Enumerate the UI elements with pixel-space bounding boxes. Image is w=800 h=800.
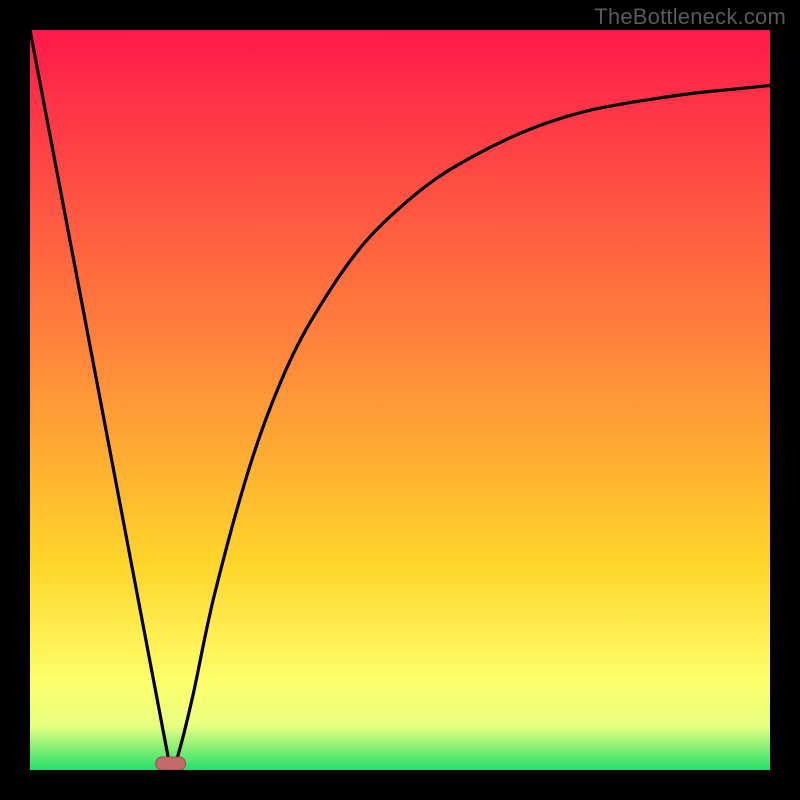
watermark-text: TheBottleneck.com	[594, 4, 786, 30]
chart-frame: TheBottleneck.com	[0, 0, 800, 800]
bottleneck-chart	[30, 30, 770, 770]
gradient-background	[30, 30, 770, 770]
plot-area	[30, 30, 770, 770]
optimal-marker	[156, 757, 186, 770]
